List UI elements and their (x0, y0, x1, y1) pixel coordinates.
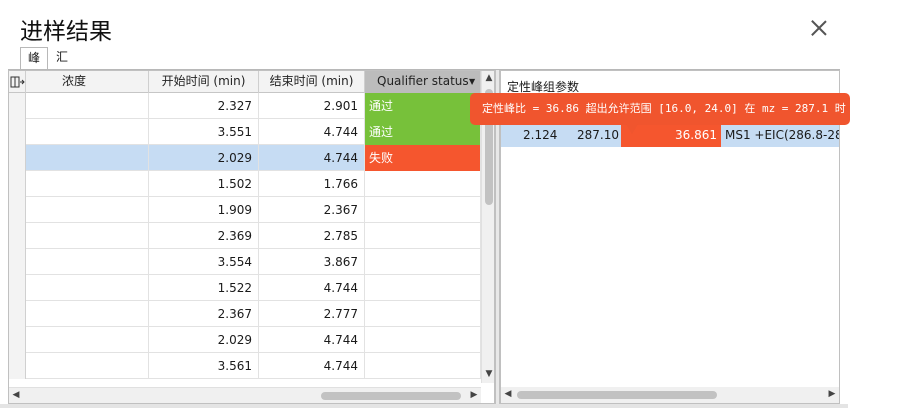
concentration-cell (26, 171, 149, 197)
start-time-cell: 1.502 (149, 171, 259, 197)
table-row[interactable]: 2.327 2.901 通过 (9, 93, 481, 119)
qualifier-status-cell: 失败 (365, 145, 481, 171)
column-chooser-icon[interactable] (9, 71, 26, 93)
concentration-cell (26, 353, 149, 379)
concentration-cell (26, 275, 149, 301)
tab-summary[interactable]: 汇总 (50, 47, 74, 84)
qualifier-status-cell (365, 353, 481, 379)
end-time-cell: 4.744 (259, 275, 365, 301)
start-time-cell: 1.522 (149, 275, 259, 301)
horizontal-scroll-thumb[interactable] (517, 391, 717, 399)
qualifier-status-cell (365, 171, 481, 197)
concentration-cell (26, 223, 149, 249)
dialog-bottom-edge (0, 404, 848, 408)
table-row[interactable]: 2.369 2.785 (9, 223, 481, 249)
grid-header: 浓度 开始时间 (min) 结束时间 (min) Qualifier statu… (9, 71, 481, 93)
horizontal-scroll-thumb[interactable] (321, 392, 461, 400)
table-row[interactable]: 3.561 4.744 (9, 353, 481, 379)
start-time-cell: 2.367 (149, 301, 259, 327)
scroll-left-icon[interactable]: ◀ (501, 389, 515, 399)
end-time-cell: 1.766 (259, 171, 365, 197)
panel-horizontal-scrollbar[interactable]: ◀ ▶ (501, 387, 839, 403)
table-row[interactable]: 2.367 2.777 (9, 301, 481, 327)
dialog-title: 进样结果 (20, 19, 112, 45)
row-indicator (9, 327, 26, 353)
scroll-left-icon[interactable]: ◀ (9, 390, 23, 400)
start-time-cell: 2.029 (149, 145, 259, 171)
start-time-cell: 3.561 (149, 353, 259, 379)
concentration-cell (26, 93, 149, 119)
table-row[interactable]: 3.554 3.867 (9, 249, 481, 275)
qualifier-status-label: Qualifier status (377, 74, 469, 88)
column-header-end-time[interactable]: 结束时间 (min) (259, 71, 365, 93)
end-time-cell: 4.744 (259, 145, 365, 171)
qualifier-status-cell (365, 275, 481, 301)
end-time-cell: 4.744 (259, 353, 365, 379)
concentration-cell (26, 119, 149, 145)
table-row[interactable]: 1.909 2.367 (9, 197, 481, 223)
results-dialog: 进样结果 峰 汇总 浓度 开始时间 (min) 结束时间 (min) Quali… (0, 0, 848, 408)
end-time-cell: 2.367 (259, 197, 365, 223)
rt-cell: 2.124 (523, 128, 558, 142)
qualifier-status-cell: 通过 (365, 119, 481, 145)
row-indicator (9, 119, 26, 145)
qualifier-status-cell (365, 301, 481, 327)
qualifier-status-cell (365, 327, 481, 353)
qualifier-status-cell (365, 223, 481, 249)
table-row[interactable]: 1.522 4.744 (9, 275, 481, 301)
end-time-cell: 3.867 (259, 249, 365, 275)
column-header-concentration[interactable]: 浓度 (26, 71, 149, 93)
peaks-grid[interactable]: 浓度 开始时间 (min) 结束时间 (min) Qualifier statu… (8, 70, 495, 404)
start-time-cell: 3.554 (149, 249, 259, 275)
start-time-cell: 2.029 (149, 327, 259, 353)
row-indicator (9, 275, 26, 301)
grid-horizontal-scrollbar[interactable]: ◀ ▶ (9, 387, 481, 403)
row-indicator (9, 171, 26, 197)
table-row-selected[interactable]: 2.029 4.744 失败 (9, 145, 481, 171)
row-indicator (9, 353, 26, 379)
end-time-cell: 2.777 (259, 301, 365, 327)
signal-cell: MS1 +EIC(286.8-287 (725, 128, 840, 142)
start-time-cell: 2.369 (149, 223, 259, 249)
qualifier-row[interactable]: 2.124 287.10 36.861 MS1 +EIC(286.8-287 (501, 123, 840, 147)
qualifier-status-cell: 通过 (365, 93, 481, 119)
table-row[interactable]: 2.029 4.744 (9, 327, 481, 353)
concentration-cell (26, 249, 149, 275)
qualifier-status-cell (365, 249, 481, 275)
row-indicator (9, 301, 26, 327)
tab-peaks[interactable]: 峰 (20, 47, 48, 69)
row-indicator (9, 145, 26, 171)
column-header-qualifier-status[interactable]: Qualifier status ▼ (365, 71, 481, 93)
qualifier-status-cell (365, 197, 481, 223)
concentration-cell (26, 301, 149, 327)
start-time-cell: 1.909 (149, 197, 259, 223)
row-indicator (9, 197, 26, 223)
concentration-cell (26, 327, 149, 353)
end-time-cell: 2.901 (259, 93, 365, 119)
scroll-up-icon[interactable]: ▲ (482, 73, 494, 83)
error-tooltip: 定性峰比 = 36.86 超出允许范围 [16.0, 24.0] 在 mz = … (470, 93, 850, 125)
scroll-right-icon[interactable]: ▶ (467, 390, 481, 400)
concentration-cell (26, 145, 149, 171)
tooltip-pointer (626, 124, 638, 134)
table-row[interactable]: 3.551 4.744 通过 (9, 119, 481, 145)
scroll-down-icon[interactable]: ▼ (482, 369, 494, 379)
row-indicator (9, 93, 26, 119)
row-indicator (9, 223, 26, 249)
start-time-cell: 2.327 (149, 93, 259, 119)
table-row[interactable]: 1.502 1.766 (9, 171, 481, 197)
close-icon[interactable] (808, 18, 830, 40)
sort-desc-icon: ▼ (469, 77, 476, 86)
end-time-cell: 4.744 (259, 327, 365, 353)
end-time-cell: 2.785 (259, 223, 365, 249)
start-time-cell: 3.551 (149, 119, 259, 145)
end-time-cell: 4.744 (259, 119, 365, 145)
column-header-start-time[interactable]: 开始时间 (min) (149, 71, 259, 93)
scroll-right-icon[interactable]: ▶ (825, 389, 839, 399)
concentration-cell (26, 197, 149, 223)
row-indicator (9, 249, 26, 275)
mz-cell: 287.10 (577, 128, 619, 142)
